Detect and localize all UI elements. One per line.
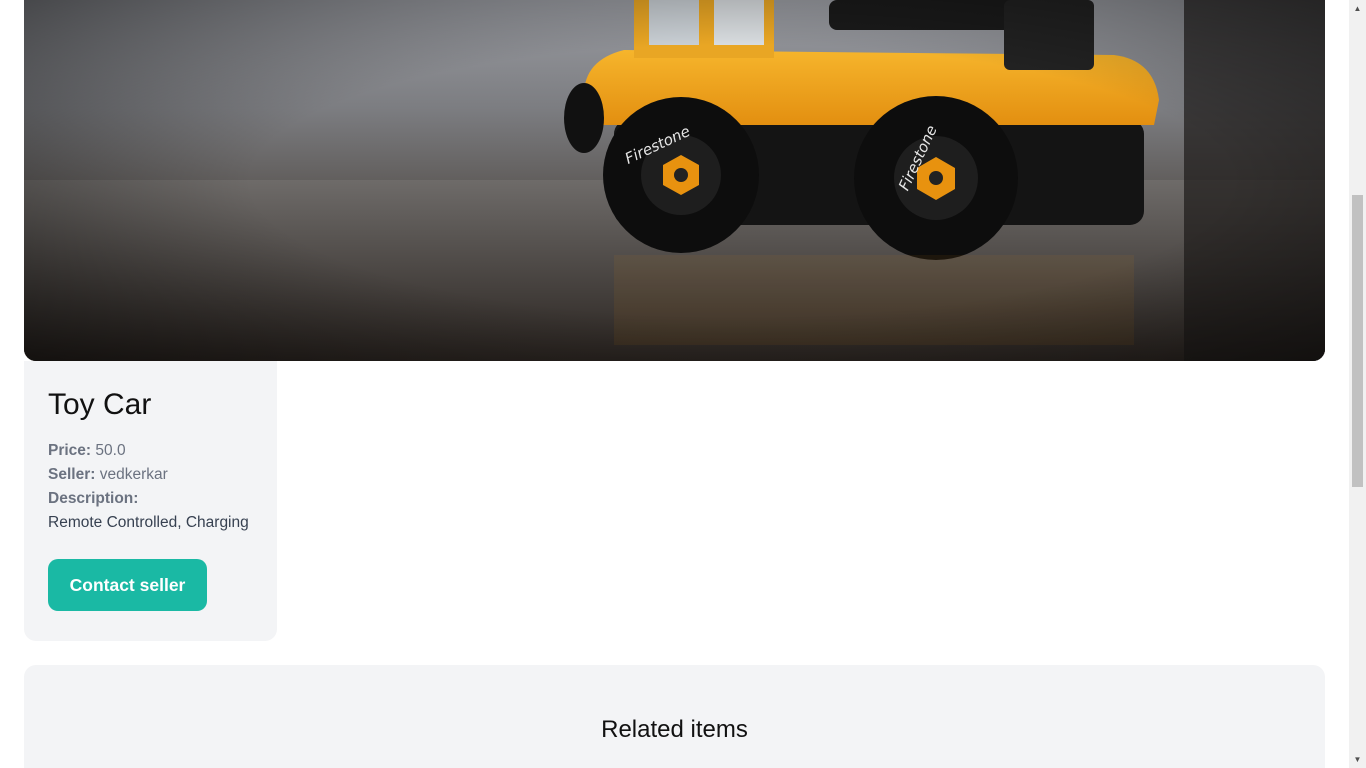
description-value: Remote Controlled, Charging: [48, 514, 249, 531]
page: Firestone Firestone Toy Car Price: 50.0 …: [0, 0, 1349, 768]
product-image: Firestone Firestone: [24, 0, 1325, 361]
seller-label: Seller:: [48, 466, 96, 483]
vertical-scrollbar[interactable]: ▲ ▼: [1349, 0, 1366, 768]
description-label: Description:: [48, 490, 139, 507]
seller-value: vedkerkar: [99, 466, 168, 483]
related-items-heading: Related items: [601, 716, 748, 743]
related-items-section: Related items: [24, 665, 1325, 768]
price-label: Price:: [48, 442, 92, 459]
chevron-down-icon[interactable]: ▼: [1349, 751, 1366, 768]
chevron-up-icon[interactable]: ▲: [1349, 0, 1366, 17]
price-row: Price: 50.0: [48, 439, 253, 463]
product-title: Toy Car: [48, 388, 152, 421]
scrollbar-thumb[interactable]: [1352, 195, 1363, 487]
seller-row: Seller: vedkerkar: [48, 463, 253, 487]
contact-seller-button[interactable]: Contact seller: [48, 559, 207, 611]
product-detail-card: Toy Car Price: 50.0 Seller: vedkerkar De…: [24, 361, 277, 641]
price-value: 50.0: [95, 442, 126, 459]
description-row: Description:: [48, 487, 253, 511]
